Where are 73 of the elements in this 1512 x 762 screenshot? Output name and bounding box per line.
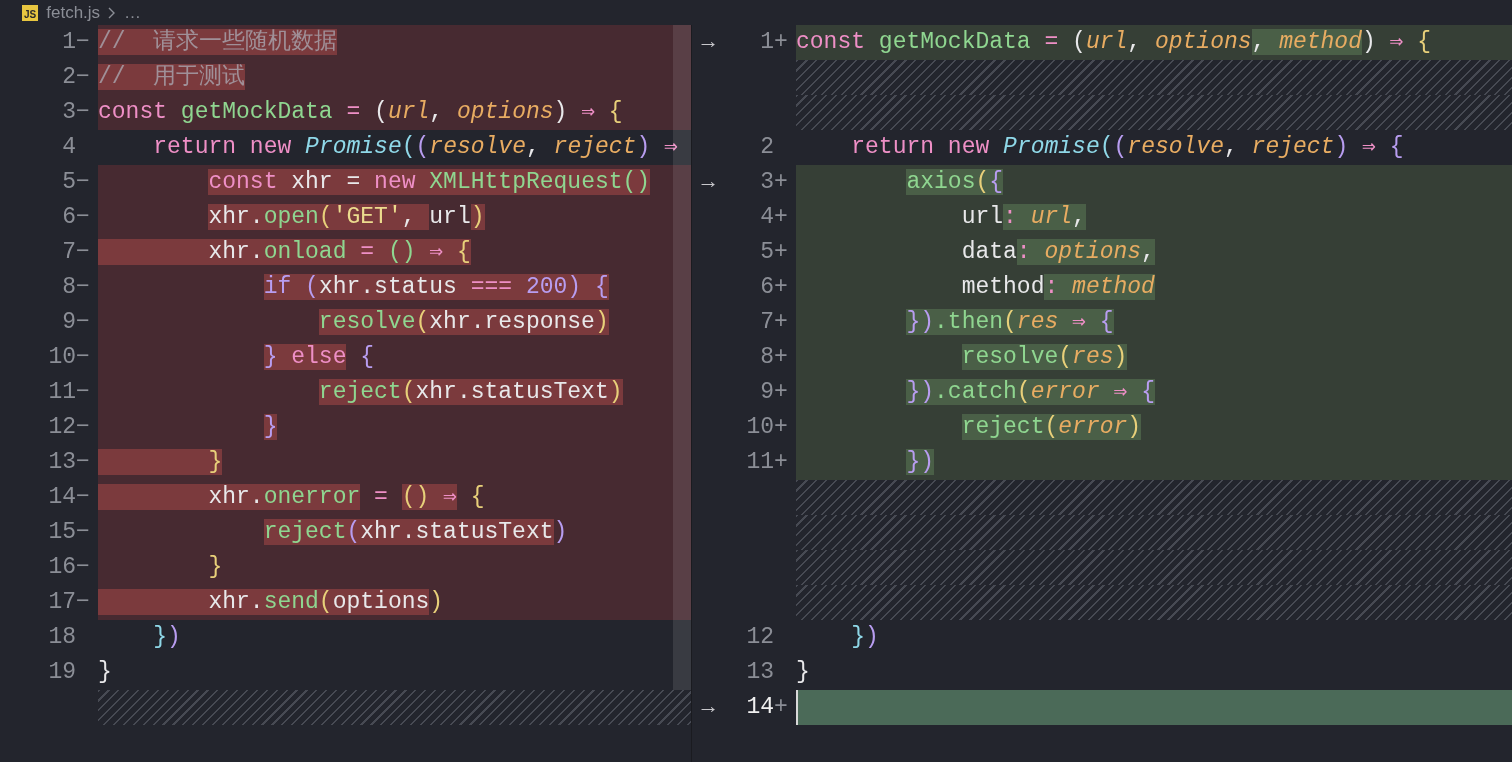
diff-marker: − xyxy=(76,484,90,511)
line-number: 18 xyxy=(48,623,76,653)
diff-marker: + xyxy=(774,169,788,196)
line-number: 3 xyxy=(760,168,774,198)
chevron-right-icon xyxy=(108,6,117,19)
line-number: 16 xyxy=(48,553,76,583)
line-number: 2 xyxy=(62,63,76,93)
diff-marker: − xyxy=(76,554,90,581)
diff-marker: + xyxy=(774,414,788,441)
line-number: 9 xyxy=(62,308,76,338)
change-arrow[interactable]: → xyxy=(701,166,715,199)
line-number: 1 xyxy=(62,28,76,58)
line-number: 3 xyxy=(62,98,76,128)
line-number: 1 xyxy=(760,28,774,58)
line-number: 7 xyxy=(760,308,774,338)
line-number: 7 xyxy=(62,238,76,268)
line-number: 10 xyxy=(48,343,76,373)
line-number: 5 xyxy=(62,168,76,198)
line-number: 8 xyxy=(760,343,774,373)
diff-marker: + xyxy=(774,449,788,476)
line-number: 6 xyxy=(760,273,774,303)
diff-marker: − xyxy=(76,519,90,546)
diff-marker: − xyxy=(76,239,90,266)
line-number: 11 xyxy=(746,448,774,478)
change-arrow[interactable]: → xyxy=(701,26,715,59)
diff-marker: + xyxy=(774,379,788,406)
line-number: 19 xyxy=(48,658,76,688)
code-line: } xyxy=(796,658,811,687)
diff-marker: − xyxy=(76,589,90,616)
line-number: 4 xyxy=(62,133,76,163)
diff-marker: + xyxy=(774,309,788,336)
diff-marker: + xyxy=(774,204,788,231)
diff-marker: − xyxy=(76,204,90,231)
diff-marker: − xyxy=(76,29,90,56)
diff-marker: + xyxy=(774,29,788,56)
line-number: 14 xyxy=(48,483,76,513)
line-number: 12 xyxy=(48,413,76,443)
diff-marker: − xyxy=(76,64,90,91)
line-number: 11 xyxy=(48,378,76,408)
javascript-file-icon: JS xyxy=(22,4,39,21)
diff-marker: − xyxy=(76,344,90,371)
breadcrumb-more[interactable]: … xyxy=(124,0,142,26)
change-arrow[interactable]: → xyxy=(701,691,715,724)
line-number: 12 xyxy=(746,623,774,653)
diff-marker: + xyxy=(774,239,788,266)
code-line: return new Promise((resolve, reject) ⇒ { xyxy=(850,133,1405,162)
code-line: return new Promise((resolve, reject) ⇒ xyxy=(152,133,679,162)
line-number: 6 xyxy=(62,203,76,233)
breadcrumb-file[interactable]: fetch.js xyxy=(46,0,101,26)
line-number: 9 xyxy=(760,378,774,408)
diff-marker: − xyxy=(76,169,90,196)
diff-marker: − xyxy=(76,414,90,441)
line-number: 14 xyxy=(746,693,774,723)
line-number: 5 xyxy=(760,238,774,268)
diff-marker: + xyxy=(774,344,788,371)
diff-marker: − xyxy=(76,309,90,336)
line-number: 4 xyxy=(760,203,774,233)
code-line: }) xyxy=(850,623,880,652)
diff-marker: + xyxy=(774,274,788,301)
diff-marker: + xyxy=(774,694,788,721)
line-number: 10 xyxy=(746,413,774,443)
diff-marker: − xyxy=(76,379,90,406)
diff-marker: − xyxy=(76,99,90,126)
diff-marker: − xyxy=(76,274,90,301)
diff-marker: − xyxy=(76,449,90,476)
line-number: 17 xyxy=(48,588,76,618)
code-line: }) xyxy=(152,623,182,652)
line-number: 8 xyxy=(62,273,76,303)
line-number: 13 xyxy=(746,658,774,688)
line-number: 2 xyxy=(760,133,774,163)
line-number: 15 xyxy=(48,518,76,548)
code-line: } xyxy=(98,658,113,687)
line-number: 13 xyxy=(48,448,76,478)
